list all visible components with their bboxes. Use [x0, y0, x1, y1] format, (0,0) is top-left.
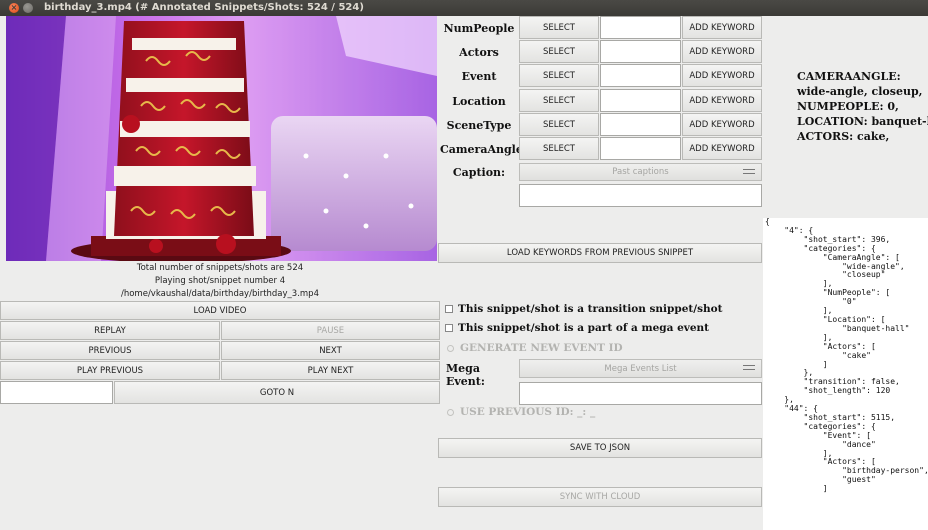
past-captions-dropdown[interactable]: Past captions	[519, 163, 762, 181]
numpeople-keyword-input[interactable]	[600, 16, 681, 39]
mega-event-label: Mega Event:	[446, 362, 485, 388]
sync-with-cloud-button[interactable]: SYNC WITH CLOUD	[438, 487, 762, 507]
scenetype-label: SceneType	[446, 119, 512, 132]
scenetype-keyword-input[interactable]	[600, 113, 681, 136]
mega-events-dropdown-text: Mega Events List	[604, 363, 677, 374]
actors-select-button[interactable]: SELECT	[519, 40, 599, 63]
goto-n-button[interactable]: GOTO N	[114, 381, 440, 404]
dropdown-arrow-icon	[743, 365, 755, 370]
event-select-button[interactable]: SELECT	[519, 64, 599, 87]
actors-label: Actors	[459, 46, 499, 59]
video-path-text: /home/vkaushal/data/birthday/birthday_3.…	[120, 289, 319, 299]
numpeople-label: NumPeople	[443, 22, 515, 35]
generate-event-id-radio[interactable]: GENERATE NEW EVENT ID	[447, 342, 623, 354]
close-window-icon[interactable]: ×	[9, 3, 19, 13]
event-label: Event	[461, 70, 497, 83]
cameraangle-add-keyword-button[interactable]: ADD KEYWORD	[682, 137, 762, 160]
minimize-window-icon[interactable]	[23, 3, 33, 13]
use-previous-radio-dot[interactable]	[447, 408, 454, 416]
actors-keyword-input[interactable]	[600, 40, 681, 63]
cameraangle-keyword-input[interactable]	[600, 137, 681, 160]
location-keyword-input[interactable]	[600, 89, 681, 112]
generate-radio-label: GENERATE NEW EVENT ID	[460, 342, 623, 354]
use-previous-radio-label: USE PREVIOUS ID: _: _	[460, 406, 596, 418]
window-title: birthday_3.mp4 (# Annotated Snippets/Sho…	[44, 2, 364, 13]
caption-input[interactable]	[519, 184, 762, 207]
actors-add-keyword-button[interactable]: ADD KEYWORD	[682, 40, 762, 63]
dropdown-arrow-icon	[743, 169, 755, 174]
snippet-count-text: Total number of snippets/shots are 524	[136, 263, 304, 273]
play-next-button[interactable]: PLAY NEXT	[221, 361, 440, 380]
scenetype-select-button[interactable]: SELECT	[519, 113, 599, 136]
mega-event-checkbox[interactable]: This snippet/shot is a part of a mega ev…	[445, 322, 709, 334]
load-video-button[interactable]: LOAD VIDEO	[0, 301, 440, 320]
load-keywords-button[interactable]: LOAD KEYWORDS FROM PREVIOUS SNIPPET	[438, 243, 762, 263]
mega-events-dropdown[interactable]: Mega Events List	[519, 359, 762, 378]
next-button[interactable]: NEXT	[221, 341, 440, 360]
event-keyword-input[interactable]	[600, 64, 681, 87]
video-frame-image	[6, 16, 437, 261]
play-previous-button[interactable]: PLAY PREVIOUS	[0, 361, 220, 380]
cameraangle-select-button[interactable]: SELECT	[519, 137, 599, 160]
mega-event-checkbox-label: This snippet/shot is a part of a mega ev…	[458, 322, 710, 334]
goto-n-input[interactable]	[0, 381, 113, 404]
transition-checkbox-label: This snippet/shot is a transition snippe…	[458, 303, 723, 315]
cameraangle-label: CameraAngle	[440, 143, 523, 156]
transition-checkbox[interactable]: This snippet/shot is a transition snippe…	[445, 303, 723, 315]
playing-snippet-text: Playing shot/snippet number 4	[154, 276, 286, 286]
window-titlebar: × birthday_3.mp4 (# Annotated Snippets/S…	[0, 0, 928, 16]
numpeople-add-keyword-button[interactable]: ADD KEYWORD	[682, 16, 762, 39]
generate-radio-dot[interactable]	[447, 344, 454, 352]
past-captions-dropdown-text: Past captions	[612, 167, 669, 177]
numpeople-select-button[interactable]: SELECT	[519, 16, 599, 39]
use-previous-id-radio[interactable]: USE PREVIOUS ID: _: _	[447, 406, 595, 418]
transition-checkbox-box[interactable]	[445, 305, 453, 313]
pause-button[interactable]: PAUSE	[221, 321, 440, 340]
location-select-button[interactable]: SELECT	[519, 89, 599, 112]
json-output-panel: { "4": { "shot_start": 396, "categories"…	[763, 218, 928, 530]
event-add-keyword-button[interactable]: ADD KEYWORD	[682, 64, 762, 87]
mega-event-checkbox-box[interactable]	[445, 324, 453, 332]
scenetype-add-keyword-button[interactable]: ADD KEYWORD	[682, 113, 762, 136]
location-label: Location	[452, 95, 506, 108]
previous-button[interactable]: PREVIOUS	[0, 341, 220, 360]
video-frame	[6, 16, 437, 261]
replay-button[interactable]: REPLAY	[0, 321, 220, 340]
annotation-summary: CAMERAANGLE: wide-angle, closeup, NUMPEO…	[797, 70, 928, 143]
location-add-keyword-button[interactable]: ADD KEYWORD	[682, 89, 762, 112]
caption-label: Caption:	[452, 166, 506, 179]
save-to-json-button[interactable]: SAVE TO JSON	[438, 438, 762, 458]
mega-event-input[interactable]	[519, 382, 762, 405]
